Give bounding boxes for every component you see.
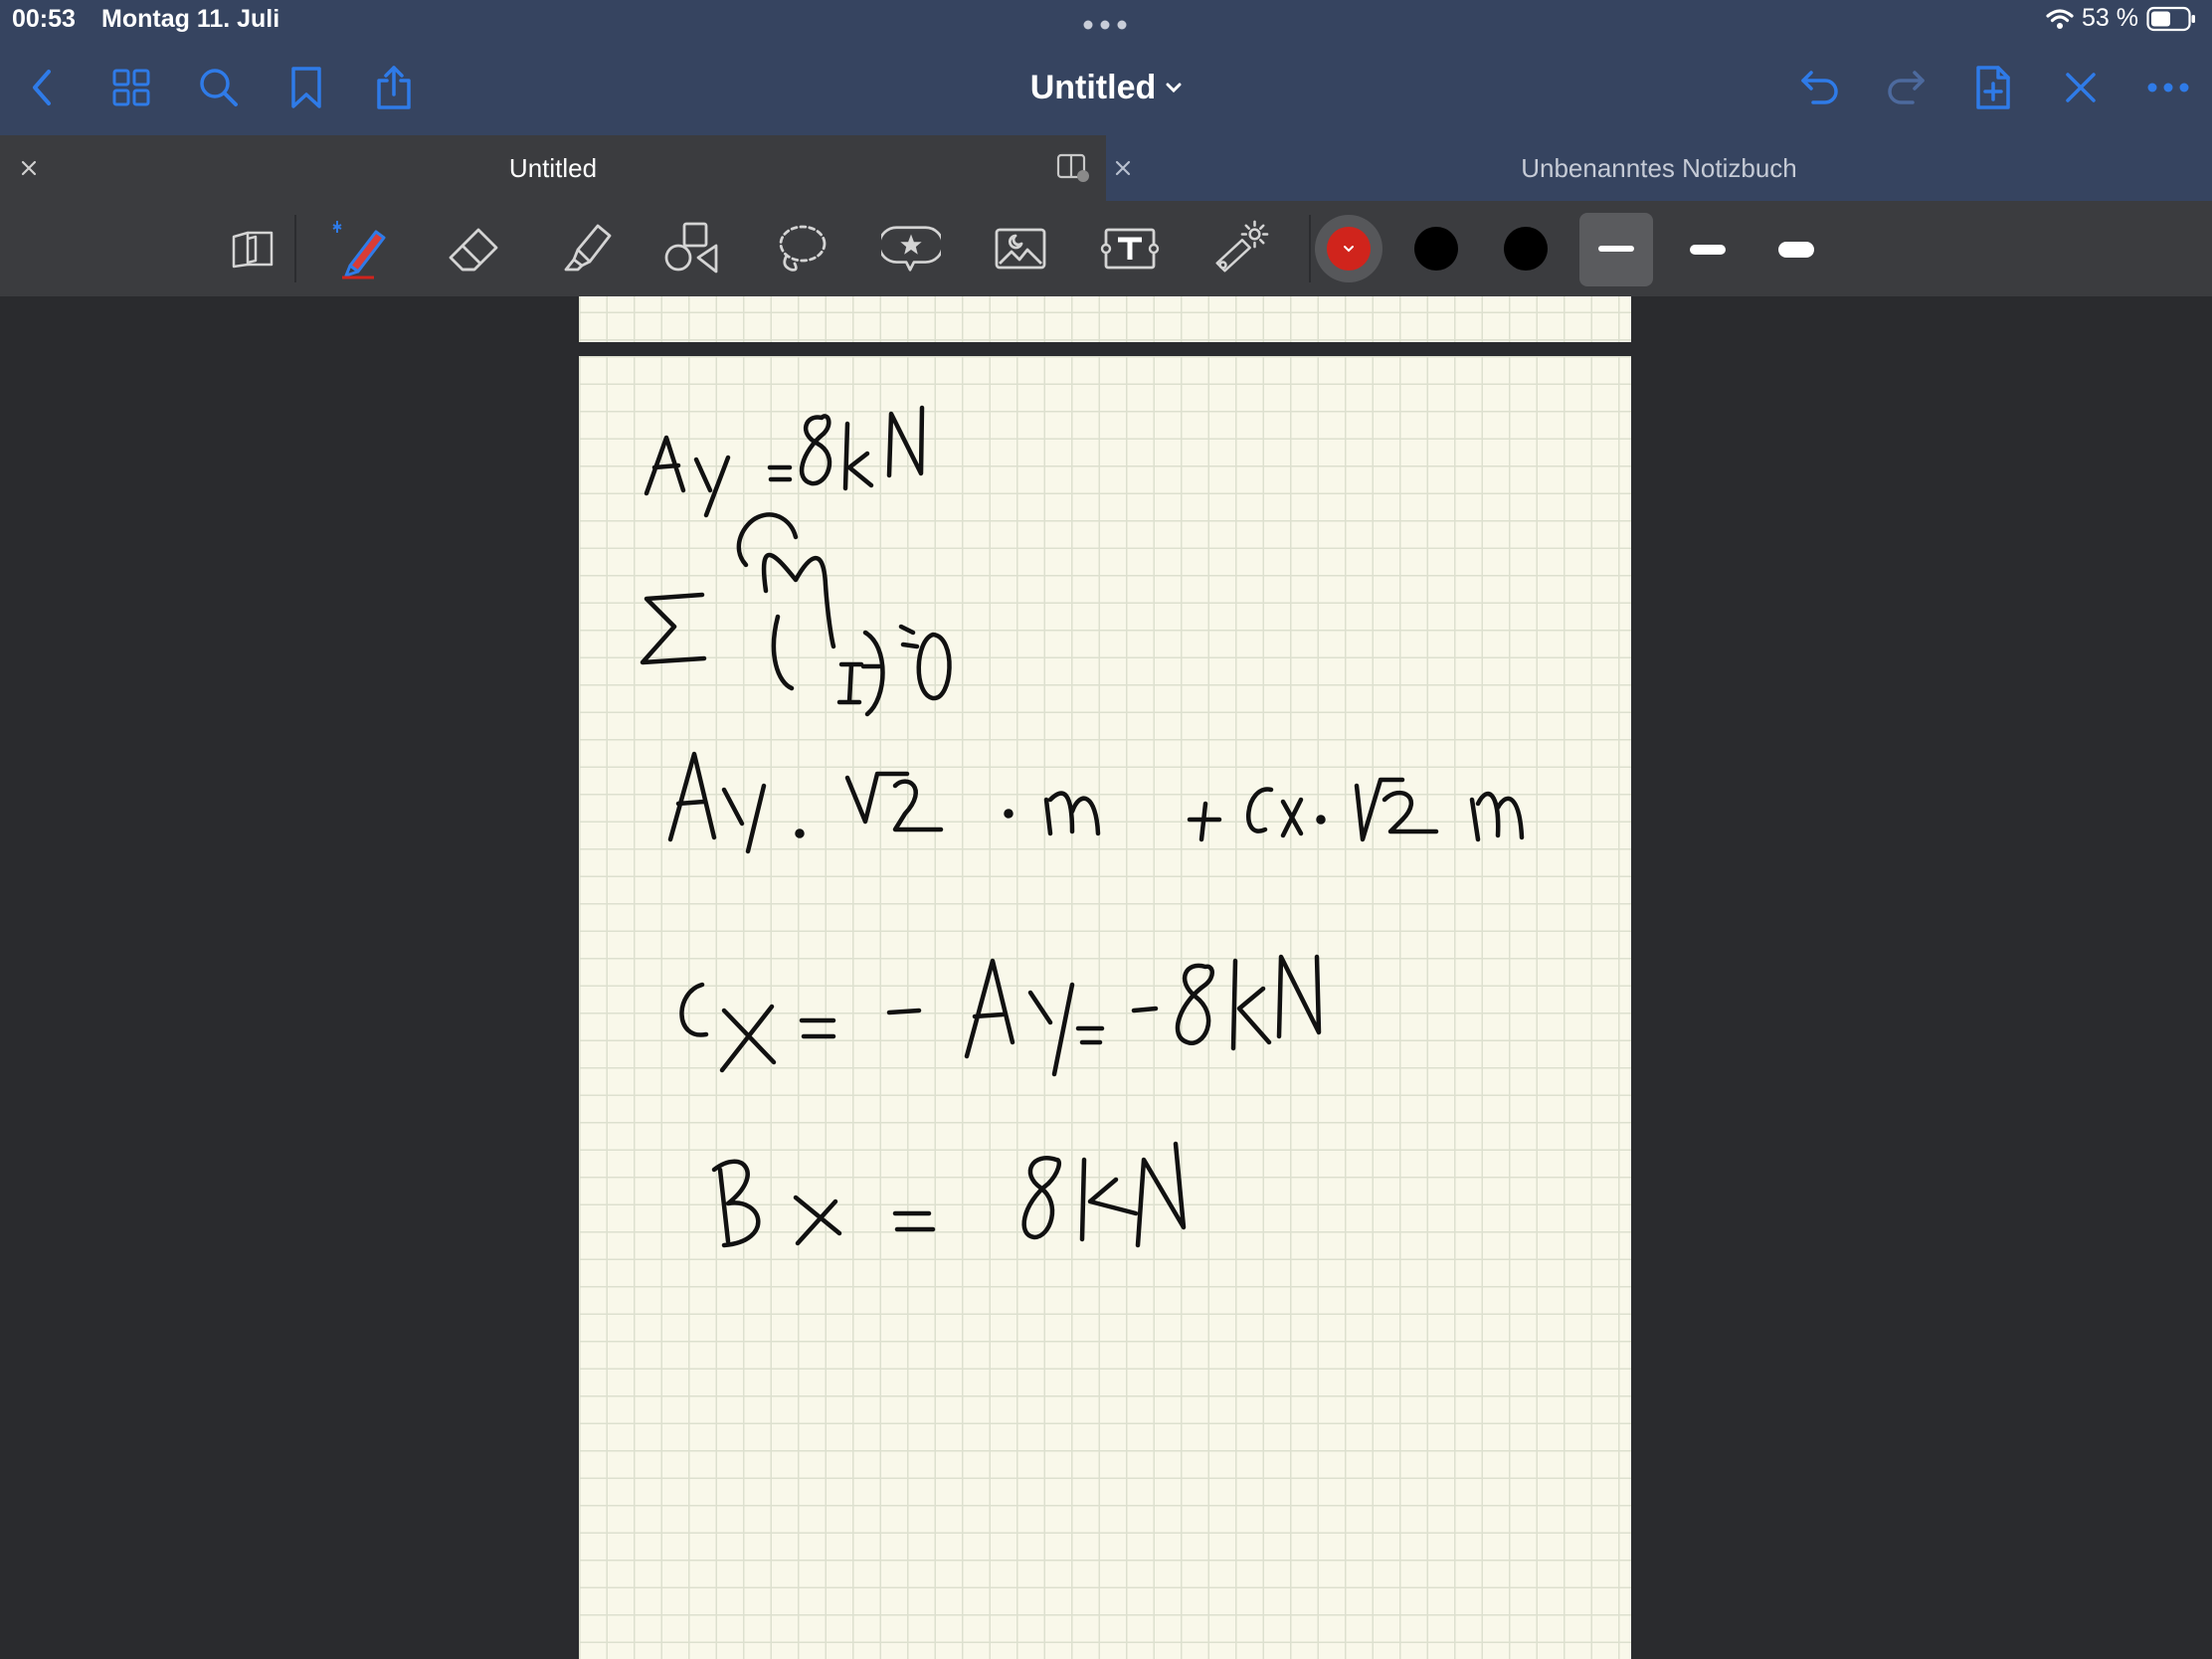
status-date: Montag 11. Juli: [101, 5, 280, 33]
eraser-icon[interactable]: [444, 219, 503, 278]
split-view-icon[interactable]: [1052, 153, 1092, 183]
status-right: 53 %: [2046, 4, 2196, 33]
chevron-down-icon: [1166, 83, 1182, 93]
status-bar: 00:53 Montag 11. Juli 53 %: [0, 0, 2212, 40]
stroke-width-medium[interactable]: [1690, 245, 1726, 255]
stroke-thin-icon: [1598, 246, 1634, 252]
laser-pointer-icon[interactable]: [1209, 219, 1269, 278]
previous-page: [579, 296, 1631, 342]
shapes-icon[interactable]: [662, 219, 722, 278]
note-line-4: [679, 954, 1322, 1077]
share-icon[interactable]: [370, 64, 418, 111]
sticker-icon[interactable]: [881, 219, 941, 278]
more-icon[interactable]: [2144, 64, 2192, 111]
pen-icon[interactable]: [332, 219, 392, 279]
multitasking-dots-icon[interactable]: [1082, 20, 1128, 30]
lasso-icon[interactable]: [772, 219, 831, 278]
redo-icon[interactable]: [1882, 64, 1930, 111]
grid-icon[interactable]: [107, 64, 155, 111]
tab-unbenanntes-notizbuch[interactable]: Unbenanntes Notizbuch: [1106, 135, 2212, 201]
close-x-icon[interactable]: [2057, 64, 2105, 111]
image-icon[interactable]: [991, 219, 1050, 278]
search-icon[interactable]: [195, 64, 243, 111]
note-line-3: [667, 751, 1525, 854]
navigation-bar: Untitled: [0, 40, 2212, 135]
tab-label: Untitled: [508, 152, 598, 183]
note-line-5: [711, 1141, 1187, 1248]
add-page-icon[interactable]: [1969, 64, 2017, 111]
back-chevron-icon[interactable]: [18, 64, 66, 111]
battery-percent: 53 %: [2082, 4, 2138, 32]
document-title: Untitled: [1029, 68, 1157, 106]
notebook-canvas[interactable]: [0, 296, 2212, 1659]
color-swatch-black[interactable]: [1414, 227, 1458, 271]
highlighter-icon[interactable]: [555, 219, 615, 278]
wifi-icon: [2046, 8, 2074, 29]
drawing-toolbar: [0, 201, 2212, 296]
color-swatch-black-2[interactable]: [1504, 227, 1548, 271]
bookmark-icon[interactable]: [282, 64, 330, 111]
battery-icon: [2146, 6, 2195, 31]
document-title-menu[interactable]: Untitled: [995, 64, 1217, 111]
note-line-2: [640, 512, 952, 717]
tab-bar: Untitled Unbenanntes Notizbuch: [0, 135, 2212, 201]
read-only-icon[interactable]: [223, 219, 282, 278]
handwritten-notes: [640, 405, 1525, 1248]
text-icon[interactable]: [1100, 219, 1160, 278]
tab-untitled[interactable]: Untitled: [0, 135, 1106, 201]
stroke-width-thick[interactable]: [1778, 242, 1814, 258]
note-line-1: [644, 405, 925, 518]
current-page[interactable]: [579, 356, 1631, 1659]
chevron-down-icon: [1344, 246, 1354, 253]
undo-icon[interactable]: [1796, 64, 1844, 111]
tab-label: Unbenanntes Notizbuch: [1521, 152, 1797, 183]
status-time: 00:53: [12, 5, 76, 33]
